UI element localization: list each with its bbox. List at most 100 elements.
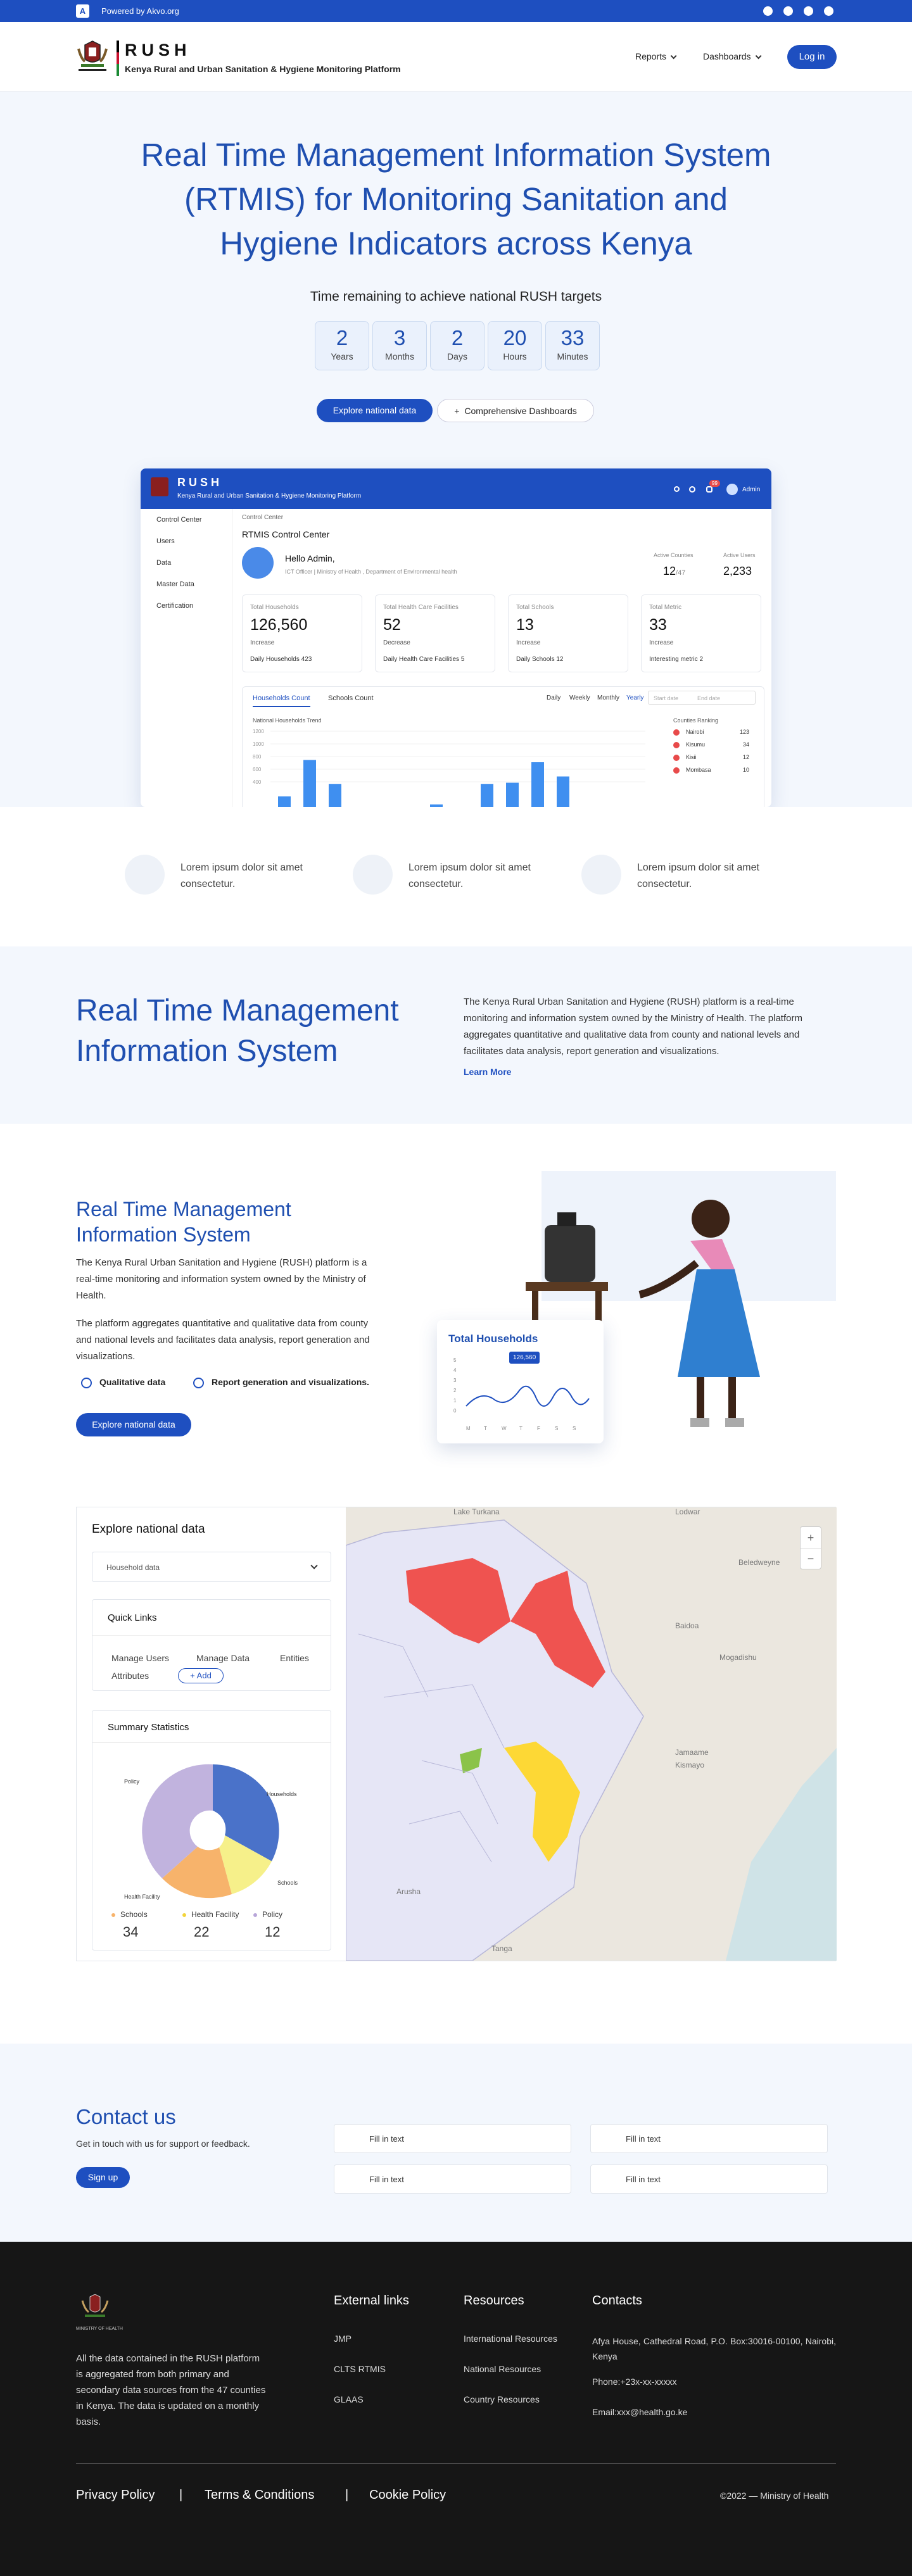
legend-name: Schools bbox=[120, 1910, 148, 1919]
sidebar-item-master-data[interactable]: Master Data bbox=[141, 574, 232, 595]
sidebar-item-control-center[interactable]: Control Center bbox=[141, 509, 232, 531]
akvo-logo[interactable]: A bbox=[76, 4, 89, 18]
brand-name[interactable]: RUSH bbox=[125, 41, 191, 60]
trend-panel: Households Count Schools Count Daily Wee… bbox=[242, 686, 764, 807]
quick-links-panel: Quick Links Manage Users Manage Data Ent… bbox=[92, 1599, 331, 1691]
date-range-input[interactable]: Start date End date bbox=[648, 691, 756, 705]
contact-field[interactable]: Fill in text bbox=[334, 2124, 571, 2153]
powered-by-text[interactable]: Powered by Akvo.org bbox=[101, 6, 179, 16]
active-counties-value: 12/47 bbox=[663, 565, 685, 578]
help-icon[interactable] bbox=[689, 486, 695, 493]
about-section: Real Time Management Information System … bbox=[0, 946, 912, 1124]
quick-link-manage-users[interactable]: Manage Users bbox=[111, 1653, 169, 1663]
hello-text: Hello Admin, bbox=[285, 553, 335, 563]
add-link-button[interactable]: + Add bbox=[178, 1668, 224, 1683]
rank-county: Nairobi bbox=[686, 729, 704, 735]
contact-field[interactable]: Fill in text bbox=[334, 2164, 571, 2194]
info-title: Real Time Management Information System bbox=[76, 1198, 291, 1246]
hero-title-line: Hygiene Indicators across Kenya bbox=[220, 225, 692, 261]
axis-label: W bbox=[502, 1426, 507, 1431]
rank-value: 123 bbox=[739, 729, 749, 735]
footer-link-glaas[interactable]: GLAAS bbox=[334, 2394, 364, 2404]
instagram-icon[interactable] bbox=[783, 6, 793, 16]
footer-email[interactable]: Email:xxx@health.go.ke bbox=[592, 2407, 687, 2417]
map-place-label: Jamaame bbox=[675, 1748, 709, 1757]
axis-label: S bbox=[555, 1426, 558, 1431]
user-name[interactable]: Admin bbox=[742, 486, 760, 493]
period-monthly[interactable]: Monthly bbox=[597, 694, 619, 701]
axis-label: 1 bbox=[453, 1398, 457, 1404]
axis-label: 3 bbox=[453, 1378, 457, 1383]
trend-bar bbox=[303, 760, 316, 807]
explore-national-data-button[interactable]: Explore national data bbox=[317, 399, 433, 422]
period-weekly[interactable]: Weekly bbox=[569, 694, 590, 701]
period-daily[interactable]: Daily bbox=[547, 694, 560, 701]
tab-households-count[interactable]: Households Count bbox=[253, 694, 310, 707]
rank-value: 12 bbox=[742, 754, 749, 760]
contact-field[interactable]: Fill in text bbox=[590, 2164, 828, 2194]
login-button[interactable]: Log in bbox=[787, 45, 837, 69]
footer-crest-icon bbox=[81, 2294, 109, 2317]
cookie-policy-link[interactable]: Cookie Policy bbox=[369, 2488, 446, 2503]
rank-county: Mombasa bbox=[686, 767, 711, 773]
twitter-icon[interactable] bbox=[804, 6, 813, 16]
nav-dashboards[interactable]: Dashboards bbox=[703, 51, 762, 61]
nav-reports[interactable]: Reports bbox=[635, 51, 677, 61]
footer-link-national[interactable]: National Resources bbox=[464, 2364, 541, 2374]
ranking-row: Mombasa 10 bbox=[673, 767, 756, 779]
data-type-select[interactable]: Household data bbox=[92, 1552, 331, 1582]
ministry-crest-icon[interactable] bbox=[76, 40, 109, 75]
bell-icon[interactable] bbox=[706, 486, 712, 493]
feature-text: Lorem ipsum dolor sit amet consectetur. bbox=[180, 862, 303, 889]
role-text: ICT Officer | Ministry of Health , Depar… bbox=[285, 569, 457, 575]
map-place-label: Baidoa bbox=[675, 1621, 699, 1630]
axis-label: 5 bbox=[453, 1357, 457, 1363]
period-yearly[interactable]: Yearly bbox=[626, 694, 643, 701]
map-place-label: Arusha bbox=[396, 1887, 421, 1896]
avatar[interactable] bbox=[726, 484, 738, 495]
footer-link-jmp[interactable]: JMP bbox=[334, 2334, 352, 2344]
comprehensive-dashboards-label: Comprehensive Dashboards bbox=[464, 406, 577, 416]
households-trend-chart: 1200 1000 800 600 400 bbox=[253, 729, 645, 807]
countdown-minutes: 33 Minutes bbox=[545, 321, 600, 370]
countdown-unit: Years bbox=[331, 351, 353, 361]
quick-link-manage-data[interactable]: Manage Data bbox=[196, 1653, 250, 1663]
card-status: Decrease bbox=[383, 639, 410, 646]
terms-link[interactable]: Terms & Conditions bbox=[205, 2488, 314, 2503]
quick-link-attributes[interactable]: Attributes bbox=[111, 1671, 149, 1681]
stat-card-schools: Total Schools 13 Increase Daily Schools 12 bbox=[508, 594, 628, 672]
rank-county: Kisii bbox=[686, 754, 697, 760]
check-label: Qualitative data bbox=[99, 1377, 166, 1387]
learn-more-link[interactable]: Learn More bbox=[464, 1067, 511, 1077]
quick-links-title: Quick Links bbox=[108, 1612, 157, 1623]
zoom-out-button[interactable]: − bbox=[801, 1549, 821, 1569]
countdown-unit: Days bbox=[447, 351, 467, 361]
footer-link-international[interactable]: International Resources bbox=[464, 2334, 557, 2344]
tab-schools-count[interactable]: Schools Count bbox=[328, 694, 374, 702]
sign-up-button[interactable]: Sign up bbox=[76, 2167, 130, 2188]
axis-label: 2 bbox=[453, 1388, 457, 1393]
legend-name: Health Facility bbox=[191, 1910, 239, 1919]
card-value: 33 bbox=[649, 616, 667, 634]
privacy-policy-link[interactable]: Privacy Policy bbox=[76, 2488, 155, 2503]
sidebar-item-certification[interactable]: Certification bbox=[141, 595, 232, 617]
explore-national-data-button[interactable]: Explore national data bbox=[76, 1413, 191, 1436]
zoom-in-button[interactable]: + bbox=[801, 1527, 821, 1549]
legend-item: Health Facility 22 bbox=[182, 1910, 239, 1940]
sidebar-item-users[interactable]: Users bbox=[141, 531, 232, 552]
footer-address: Afya House, Cathedral Road, P.O. Box:300… bbox=[592, 2336, 836, 2361]
ranking-row: Kisumu 34 bbox=[673, 741, 756, 754]
countdown-value: 2 bbox=[451, 326, 464, 349]
active-counties-total: /47 bbox=[676, 569, 686, 577]
comprehensive-dashboards-button[interactable]: + Comprehensive Dashboards bbox=[437, 399, 594, 422]
facebook-icon[interactable] bbox=[763, 6, 773, 16]
contact-field[interactable]: Fill in text bbox=[590, 2124, 828, 2153]
footer-link-clts[interactable]: CLTS RTMIS bbox=[334, 2364, 386, 2374]
footer-link-country[interactable]: Country Resources bbox=[464, 2394, 540, 2404]
map-place-label: Kismayo bbox=[675, 1761, 705, 1769]
search-icon[interactable] bbox=[674, 486, 680, 492]
sidebar-item-data[interactable]: Data bbox=[141, 552, 232, 574]
national-map[interactable]: Lake Turkana Lodwar Beledweyne Baidoa Mogadi… bbox=[346, 1507, 837, 1961]
pinterest-icon[interactable] bbox=[824, 6, 833, 16]
quick-link-entities[interactable]: Entities bbox=[280, 1653, 309, 1663]
